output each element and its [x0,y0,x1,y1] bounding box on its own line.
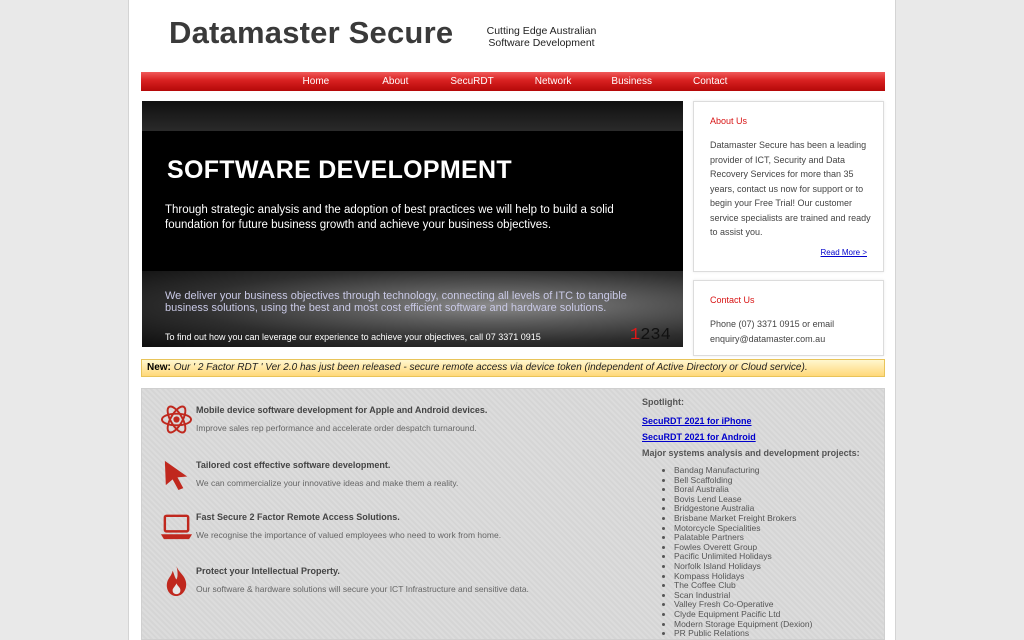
banner-text: Through strategic analysis and the adopt… [165,204,614,231]
nav-contact[interactable]: Contact [693,72,727,91]
feature-title: Mobile device software development for A… [196,405,488,415]
laptop-icon [160,514,193,540]
contact-title: Contact Us [710,295,755,305]
feature-title: Protect your Intellectual Property. [196,566,340,576]
nav-home[interactable]: Home [303,72,330,91]
read-more-link[interactable]: Read More > [821,248,867,257]
nav-network[interactable]: Network [535,72,572,91]
cursor-arrow-icon [164,460,188,491]
spotlight-label: Spotlight: [642,397,684,407]
slide-1-button[interactable]: 1 [630,326,640,345]
nav-about[interactable]: About [382,72,408,91]
list-item: PR Public Relations [674,628,882,639]
slide-2-button[interactable]: 2 [640,326,650,345]
news-label: New: [147,362,171,373]
banner-call-to-action: To find out how you can leverage our exp… [165,332,541,342]
nav-securdt[interactable]: SecuRDT [450,72,493,91]
tagline-line-2: Software Development [488,37,595,49]
fire-icon [166,565,187,597]
nav-business[interactable]: Business [611,72,652,91]
banner-subtext: We deliver your business objectives thro… [165,290,627,314]
feature-description: We can commercialize your innovative ide… [196,478,459,488]
hero-slideshow[interactable]: SOFTWARE DEVELOPMENT Through strategic a… [142,101,683,347]
feature-description: We recognise the importance of valued em… [196,530,502,540]
slide-pager: 1234 [630,326,671,345]
content-area: Mobile device software development for A… [141,388,885,640]
securdt-android-link[interactable]: SecuRDT 2021 for Android [642,432,882,442]
about-text: Datamaster Secure has been a leading pro… [710,140,871,237]
news-bar: New: Our ' 2 Factor RDT ' Ver 2.0 has ju… [141,359,885,377]
project-list: Bandag Manufacturing Bell Scaffolding Bo… [674,465,882,639]
projects-heading: Major systems analysis and development p… [642,448,860,458]
site-tagline: Cutting Edge Australian Software Develop… [479,25,604,49]
site-title[interactable]: Datamaster Secure [169,15,453,51]
page-container: Datamaster Secure Cutting Edge Australia… [128,0,896,640]
slide-3-button[interactable]: 3 [650,326,660,345]
feature-description: Our software & hardware solutions will s… [196,584,529,594]
slide-4-button[interactable]: 4 [661,326,671,345]
atom-icon [160,405,193,434]
feature-title: Tailored cost effective software develop… [196,460,391,470]
main-nav: Home About SecuRDT Network Business Cont… [141,72,885,91]
banner-top-strip [142,101,683,131]
contact-text: Phone (07) 3371 0915 or email enquiry@da… [710,319,835,344]
contact-panel: Contact Us Phone (07) 3371 0915 or email… [693,280,884,356]
spotlight-sidebar: Spotlight: SecuRDT 2021 for iPhone SecuR… [642,397,882,639]
about-panel: About Us Datamaster Secure has been a le… [693,101,884,272]
feature-description: Improve sales rep performance and accele… [196,423,477,433]
news-text[interactable]: Our ' 2 Factor RDT ' Ver 2.0 has just be… [174,362,808,373]
securdt-iphone-link[interactable]: SecuRDT 2021 for iPhone [642,416,882,426]
tagline-line-1: Cutting Edge Australian [486,25,597,37]
banner-heading: SOFTWARE DEVELOPMENT [167,156,512,184]
about-title: About Us [710,116,748,126]
feature-title: Fast Secure 2 Factor Remote Access Solut… [196,512,400,522]
